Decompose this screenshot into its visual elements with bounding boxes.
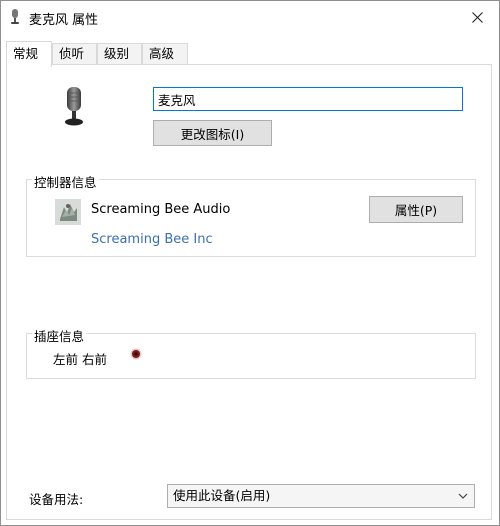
tab-label: 高级 <box>149 46 175 61</box>
device-name-field[interactable] <box>153 87 463 111</box>
window-title: 麦克风 属性 <box>29 13 99 28</box>
properties-window: 麦克风 属性 常规 侦听 级别 高级 麦克风 更改图标(I) 控制器信息 Scr… <box>0 0 500 526</box>
device-usage-select[interactable]: 使用此设备(启用) <box>167 484 475 508</box>
controller-vendor-link[interactable]: Screaming Bee Inc <box>91 232 213 247</box>
tab-label: 常规 <box>13 46 39 61</box>
properties-button-label: 属性(P) <box>394 203 438 218</box>
tab-levels[interactable]: 级别 <box>97 43 142 65</box>
device-usage-value: 使用此设备(启用) <box>173 488 271 503</box>
microphone-icon <box>65 87 83 126</box>
controller-name: Screaming Bee Audio <box>91 202 231 217</box>
close-button[interactable] <box>459 3 495 31</box>
close-icon <box>471 11 483 23</box>
microphone-icon <box>11 9 19 24</box>
controller-info-title: 控制器信息 <box>32 172 99 191</box>
device-usage-label: 设备用法: <box>29 492 84 507</box>
audio-driver-icon <box>55 199 81 225</box>
tab-general[interactable]: 常规 <box>6 41 52 67</box>
tab-label: 侦听 <box>59 46 85 61</box>
title-bar: 麦克风 属性 <box>1 1 499 33</box>
change-icon-button[interactable]: 更改图标(I) <box>153 120 272 146</box>
jack-location: 左前 右前 <box>53 352 107 367</box>
properties-button[interactable]: 属性(P) <box>369 196 463 223</box>
jack-info-title: 插座信息 <box>32 326 87 345</box>
tab-label: 级别 <box>104 46 130 61</box>
change-icon-button-label: 更改图标(I) <box>180 126 245 142</box>
tab-listen[interactable]: 侦听 <box>52 43 97 65</box>
tab-advanced[interactable]: 高级 <box>142 43 188 65</box>
chevron-down-icon <box>458 493 468 499</box>
jack-color-icon <box>130 348 142 360</box>
